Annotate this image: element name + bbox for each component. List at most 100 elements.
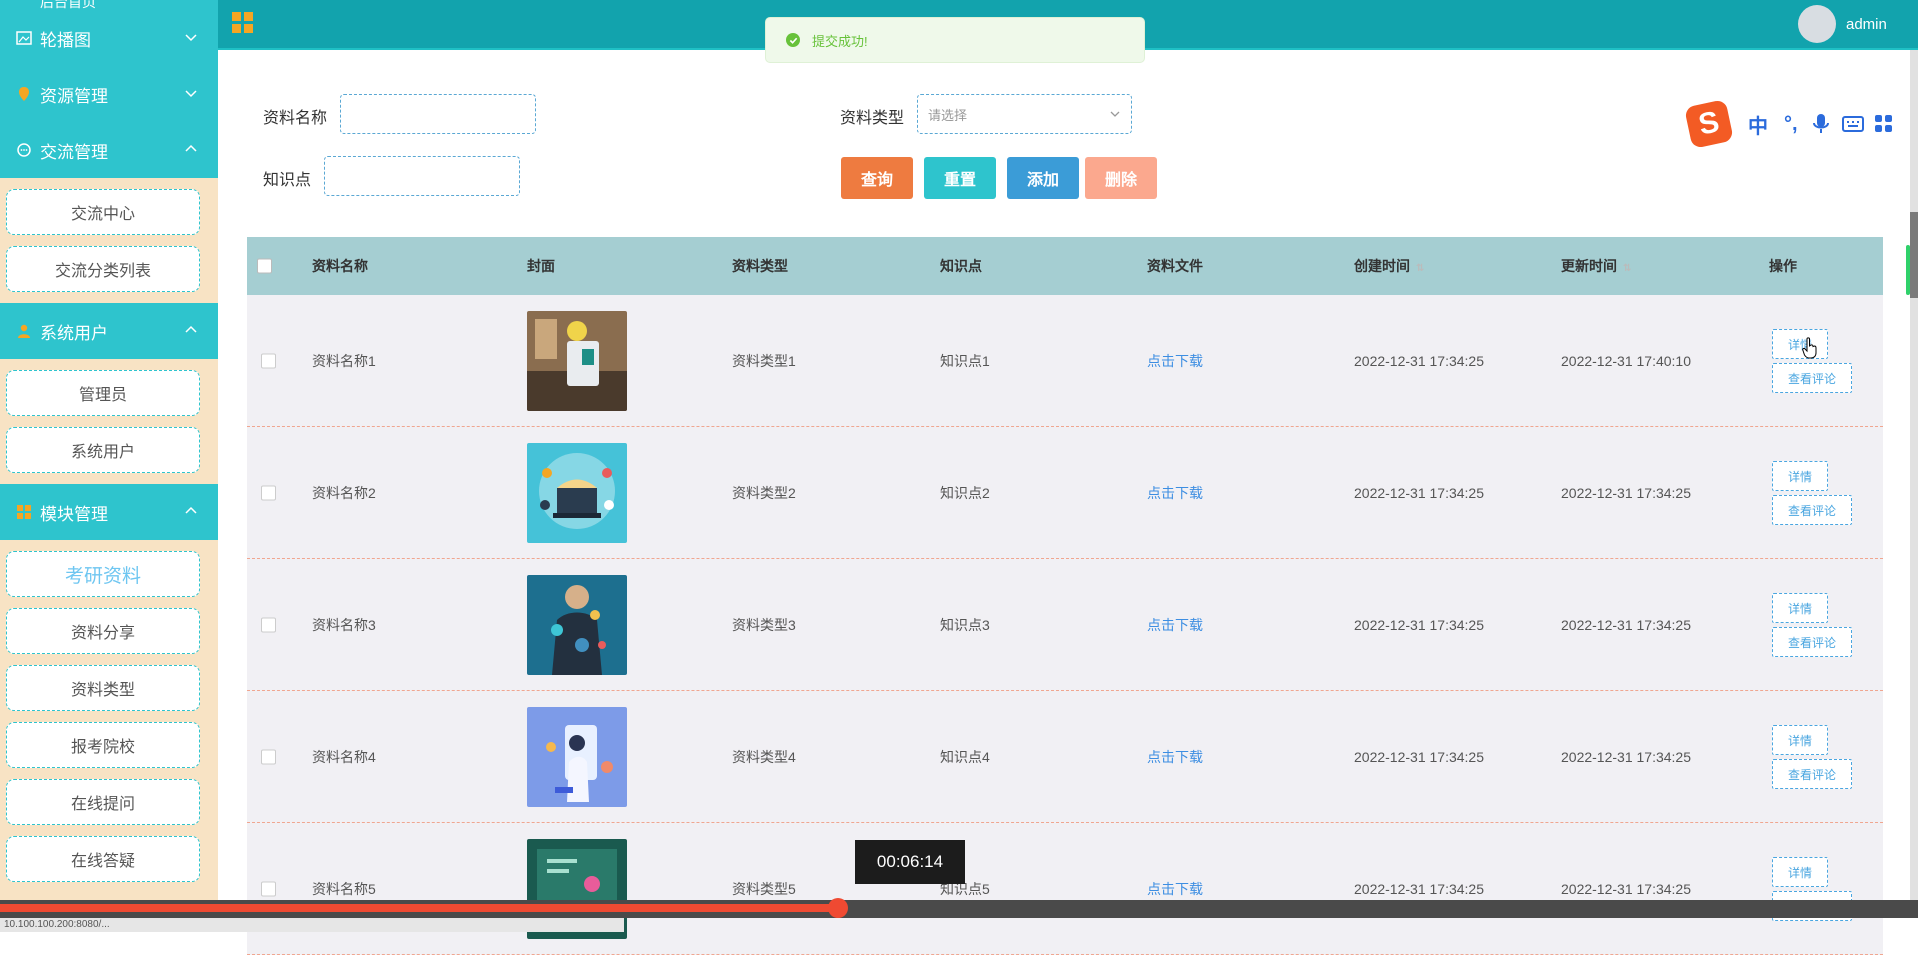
cell-name: 资料名称3 [312,616,376,633]
sidebar-group-carousel[interactable]: 轮播图 [0,10,218,66]
row-checkbox[interactable] [261,881,276,896]
type-select-placeholder: 请选择 [928,107,968,123]
sidebar-group-label: 模块管理 [40,504,108,524]
sidebar-item-exchange-center[interactable]: 交流中心 [6,189,200,235]
chevron-up-icon [185,506,197,514]
sort-icon[interactable]: ⇅ [1623,263,1631,274]
select-all-checkbox[interactable] [257,258,272,274]
microphone-icon[interactable] [1812,113,1830,135]
video-timestamp: 00:06:14 [855,840,965,884]
user-name[interactable]: admin [1846,16,1887,33]
point-input[interactable] [324,156,520,196]
sort-icon[interactable]: ⇅ [1416,263,1424,274]
cell-point: 知识点4 [940,748,990,765]
sidebar-group-label: 轮播图 [40,30,91,50]
sidebar-item-online-answers[interactable]: 在线答疑 [6,836,200,882]
sidebar-item-material-share[interactable]: 资料分享 [6,608,200,654]
sidebar-item-colleges[interactable]: 报考院校 [6,722,200,768]
row-checkbox[interactable] [261,617,276,632]
cell-name: 资料名称5 [312,880,376,897]
col-file: 资料文件 [1147,258,1203,274]
view-comments-button[interactable]: 查看评论 [1772,495,1852,525]
view-comments-button[interactable]: 查看评论 [1772,363,1852,393]
name-input[interactable] [340,94,536,134]
sidebar-item-material-types[interactable]: 资料类型 [6,665,200,711]
sidebar-item-exam-materials[interactable]: 考研资料 [6,551,200,597]
download-link[interactable]: 点击下载 [1147,747,1203,767]
detail-button[interactable]: 详情 [1772,857,1828,887]
sidebar-group-resources[interactable]: 资源管理 [0,66,218,122]
cell-created: 2022-12-31 17:34:25 [1354,748,1484,765]
detail-button[interactable]: 详情 [1772,593,1828,623]
delete-button[interactable]: 删除 [1085,157,1157,199]
detail-button[interactable]: 详情 [1772,461,1828,491]
scrollbar-thumb[interactable] [1910,212,1918,298]
apps-icon[interactable] [1874,114,1894,134]
ime-mode-toggle[interactable]: 中 [1748,110,1768,139]
cell-updated: 2022-12-31 17:34:25 [1561,484,1691,501]
download-link[interactable]: 点击下载 [1147,879,1203,899]
sidebar-group-label: 交流管理 [40,142,108,162]
sidebar-group-modules[interactable]: 模块管理 [0,484,218,540]
table-row: 资料名称4 资料类型4 知识点4 点击下载 2022-12-31 17:34:2… [247,691,1883,823]
chevron-up-icon [185,325,197,333]
table-row: 资料名称2 资料类型2 知识点2 点击下载 2022-12-31 17:34:2… [247,427,1883,559]
keyboard-icon[interactable] [1841,116,1864,132]
status-bar-url: 10.100.100.200:8080/... [0,918,624,932]
cover-image[interactable] [527,706,627,807]
view-comments-button[interactable]: 查看评论 [1772,759,1852,789]
detail-button[interactable]: 详情 [1772,725,1828,755]
sogou-logo-icon[interactable]: S [1684,99,1734,149]
detail-button[interactable]: 详情 [1772,329,1828,359]
col-created-label: 创建时间 [1354,258,1410,274]
chat-icon [17,143,31,157]
image-icon [16,31,32,45]
cell-type: 资料类型1 [732,352,796,369]
reset-button[interactable]: 重置 [924,157,996,199]
chevron-down-icon [1110,111,1120,117]
col-name[interactable]: 资料名称 [312,256,368,276]
cell-name: 资料名称2 [312,484,376,501]
type-label: 资料类型 [840,110,905,127]
col-updated[interactable]: 更新时间 ⇅ [1561,256,1631,276]
cover-image[interactable] [527,310,627,411]
col-created[interactable]: 创建时间 ⇅ [1354,256,1424,276]
sidebar-item-admins[interactable]: 管理员 [6,370,200,416]
cell-updated: 2022-12-31 17:34:25 [1561,748,1691,765]
sidebar-group-users[interactable]: 系统用户 [0,303,218,359]
add-button[interactable]: 添加 [1007,157,1079,199]
row-checkbox[interactable] [261,353,276,368]
sidebar-item-system-users[interactable]: 系统用户 [6,427,200,473]
sidebar: 后台首页 轮播图 资源管理 交流管理 交流中心 交流分类列表 系统用户 管理员 … [0,0,218,932]
query-button[interactable]: 查询 [841,157,913,199]
row-checkbox[interactable] [261,485,276,500]
avatar[interactable] [1798,5,1836,43]
cover-image[interactable] [527,574,627,675]
view-comments-button[interactable]: 查看评论 [1772,627,1852,657]
menu-grid-icon[interactable] [232,12,254,34]
sidebar-item-exchange-categories[interactable]: 交流分类列表 [6,246,200,292]
page-scrollbar[interactable] [1910,50,1918,900]
col-type[interactable]: 资料类型 [732,256,788,276]
sidebar-item-online-questions[interactable]: 在线提问 [6,779,200,825]
row-checkbox[interactable] [261,749,276,764]
download-link[interactable]: 点击下载 [1147,351,1203,371]
type-select[interactable]: 请选择 [917,94,1132,134]
table-row: 资料名称5 资料类型5 知识点5 点击下载 2022-12-31 17:34:2… [247,823,1883,955]
sidebar-group-home[interactable]: 后台首页 [0,0,218,10]
check-circle-icon [786,33,800,47]
sidebar-group-exchange[interactable]: 交流管理 [0,122,218,178]
cell-created: 2022-12-31 17:34:25 [1354,616,1484,633]
cover-image[interactable] [527,442,627,543]
sidebar-group-label: 资源管理 [40,86,108,106]
table-row: 资料名称3 资料类型3 知识点3 点击下载 2022-12-31 17:34:2… [247,559,1883,691]
download-link[interactable]: 点击下载 [1147,483,1203,503]
materials-table: 资料名称 封面 资料类型 知识点 资料文件 创建时间 ⇅ 更新时间 ⇅ 操作 资料名… [247,237,1883,955]
ime-toolbar[interactable]: S 中 °, [1684,97,1918,151]
col-point[interactable]: 知识点 [940,256,982,276]
name-label: 资料名称 [263,110,328,127]
download-link[interactable]: 点击下载 [1147,615,1203,635]
cell-name: 资料名称1 [312,352,376,369]
ime-punct-toggle[interactable]: °, [1784,113,1798,136]
col-updated-label: 更新时间 [1561,258,1617,274]
